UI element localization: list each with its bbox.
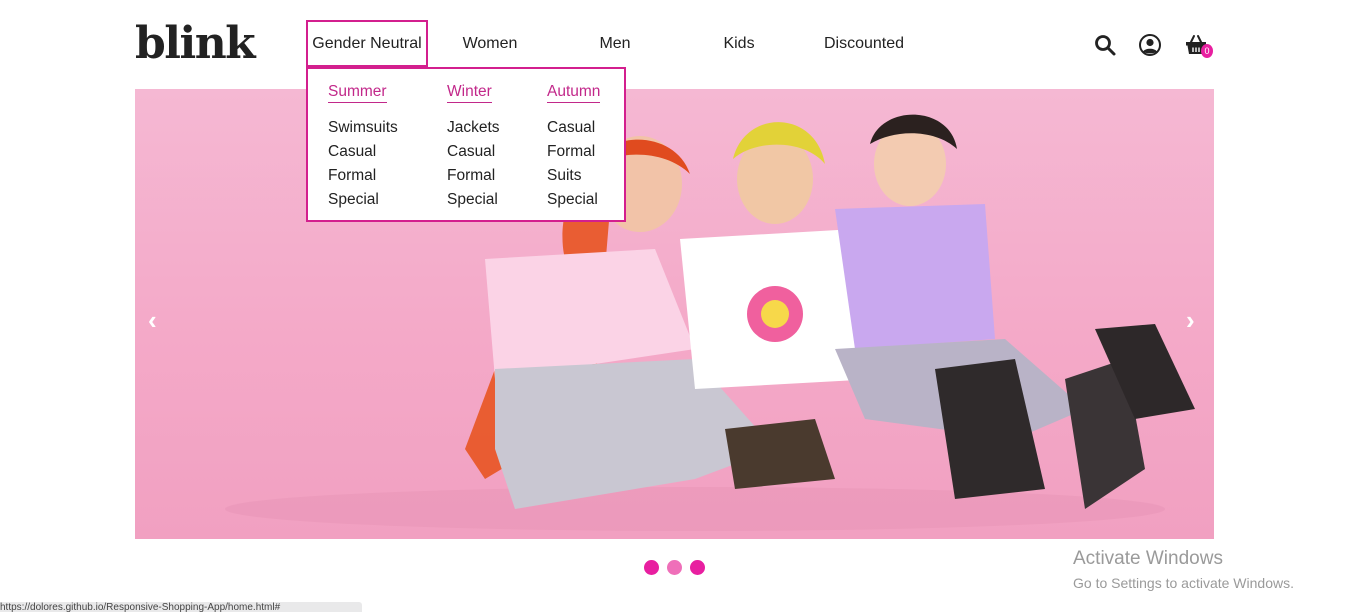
dropdown-link[interactable]: Special	[547, 188, 600, 212]
nav-women[interactable]: Women	[450, 20, 530, 67]
carousel-prev-arrow[interactable]: ‹	[148, 300, 157, 340]
dropdown-link[interactable]: Formal	[328, 164, 398, 188]
hero-image	[135, 89, 1214, 539]
dropdown-column-autumn: Autumn Casual Formal Suits Special	[547, 83, 601, 212]
dropdown-link[interactable]: Special	[447, 188, 500, 212]
carousel-next-arrow[interactable]: ›	[1186, 300, 1195, 340]
browser-status-bar: https://dolores.github.io/Responsive-Sho…	[0, 602, 362, 612]
carousel-dot-1[interactable]	[644, 560, 659, 575]
dropdown-link[interactable]: Jackets	[447, 116, 500, 140]
nav-discounted[interactable]: Discounted	[818, 20, 910, 67]
dropdown-heading-summer[interactable]: Summer	[328, 83, 387, 103]
brand-logo[interactable]: blink	[135, 19, 256, 69]
dropdown-link[interactable]: Suits	[547, 164, 600, 188]
carousel-dot-3[interactable]	[690, 560, 705, 575]
dropdown-column-summer: Summer Swimsuits Casual Formal Special	[328, 83, 398, 212]
dropdown-column-winter: Winter Jackets Casual Formal Special	[447, 83, 500, 212]
nav-gender-neutral[interactable]: Gender Neutral	[306, 20, 428, 67]
dropdown-link[interactable]: Formal	[547, 140, 600, 164]
carousel-dot-2[interactable]	[667, 560, 682, 575]
dropdown-link[interactable]: Casual	[447, 140, 500, 164]
watermark-title: Activate Windows	[1073, 548, 1223, 569]
search-icon[interactable]	[1093, 33, 1117, 57]
watermark-subtitle: Go to Settings to activate Windows.	[1073, 575, 1294, 591]
activate-windows-watermark: Activate Windows Go to Settings to activ…	[1073, 547, 1294, 593]
gender-neutral-dropdown: Summer Swimsuits Casual Formal Special W…	[306, 67, 626, 222]
dropdown-link[interactable]: Casual	[328, 140, 398, 164]
dropdown-link[interactable]: Special	[328, 188, 398, 212]
nav-kids[interactable]: Kids	[710, 20, 768, 67]
dropdown-link[interactable]: Formal	[447, 164, 500, 188]
cart-count-badge: 0	[1201, 44, 1213, 58]
dropdown-link[interactable]: Swimsuits	[328, 116, 398, 140]
user-circle-icon[interactable]	[1138, 33, 1162, 57]
dropdown-heading-autumn[interactable]: Autumn	[547, 83, 601, 103]
dropdown-heading-winter[interactable]: Winter	[447, 83, 492, 103]
nav-men[interactable]: Men	[585, 20, 645, 67]
dropdown-link[interactable]: Casual	[547, 116, 600, 140]
hero-photo-illustration	[225, 114, 1195, 531]
